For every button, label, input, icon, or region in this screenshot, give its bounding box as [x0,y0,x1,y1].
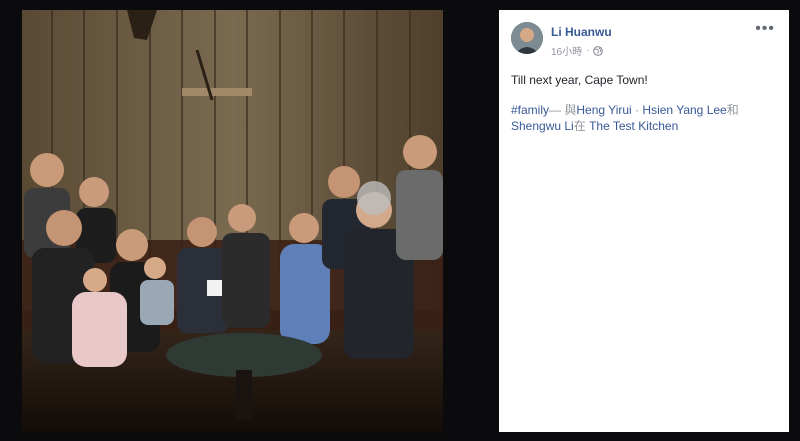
post-timestamp[interactable]: 16小時 [551,43,582,58]
globe-icon[interactable] [593,45,604,56]
more-options-button[interactable]: ••• [755,21,775,37]
post-side-panel: Li Huanwu 16小時 · ••• Till next year, Cap… [499,10,789,432]
tagged-person-3[interactable]: Shengwu Li [511,119,574,133]
author-name[interactable]: Li Huanwu [551,25,612,39]
post-text: Till next year, Cape Town! [511,73,648,87]
tag-separator: · [635,103,640,117]
post-meta: 16小時 · [551,43,604,58]
meta-separator: · [586,45,590,56]
with-prefix: — 與 [549,103,577,117]
tagged-person-1[interactable]: Heng Yirui [576,103,631,117]
location-link[interactable]: The Test Kitchen [589,119,678,133]
hashtag-link[interactable]: #family [511,103,549,117]
avatar-image [511,22,543,54]
post-photo[interactable] [22,10,443,433]
at-word: 在 [573,119,586,133]
tagged-person-2[interactable]: Hsien Yang Lee [642,103,726,117]
group-photo-image [22,10,443,433]
post-tags: #family— 與Heng Yirui · Hsien Yang Lee和 S… [511,102,779,134]
and-word: 和 [726,103,739,117]
photo-viewer: Li Huanwu 16小時 · ••• Till next year, Cap… [0,0,800,441]
author-avatar[interactable] [511,22,543,54]
